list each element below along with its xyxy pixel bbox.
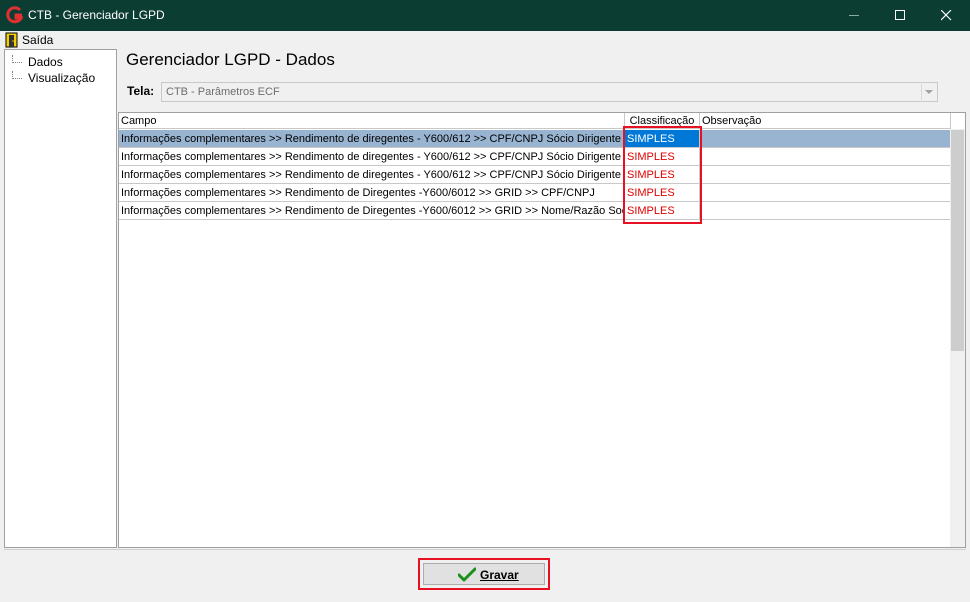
cell-campo[interactable]: Informações complementares >> Rendimento… <box>119 184 625 202</box>
app-logo-icon <box>6 6 24 24</box>
checkmark-icon <box>458 567 476 582</box>
tree-item-dados[interactable]: Dados <box>12 55 63 69</box>
column-header-campo[interactable]: Campo <box>119 113 625 129</box>
cell-observacao[interactable] <box>700 130 951 148</box>
menu-bar: Saída <box>1 31 969 49</box>
scrollbar-thumb[interactable] <box>951 130 964 351</box>
menu-exit-label: Saída <box>22 33 54 47</box>
page-title: Gerenciador LGPD - Dados <box>126 50 335 69</box>
cell-classificacao[interactable]: SIMPLES <box>625 130 700 148</box>
cell-classificacao[interactable]: SIMPLES <box>625 166 700 184</box>
cell-observacao[interactable] <box>700 166 951 184</box>
dropdown-arrow-button[interactable] <box>921 84 936 100</box>
navigation-tree: Dados Visualização <box>4 49 117 548</box>
cell-campo[interactable]: Informações complementares >> Rendimento… <box>119 148 625 166</box>
cell-classificacao[interactable]: SIMPLES <box>625 184 700 202</box>
tela-label: Tela: <box>127 84 155 98</box>
cell-classificacao[interactable]: SIMPLES <box>625 202 700 220</box>
tela-dropdown-value: CTB - Parâmetros ECF <box>166 86 280 98</box>
cell-observacao[interactable] <box>700 202 951 220</box>
column-header-classificacao[interactable]: Classificação <box>625 113 700 129</box>
cell-observacao[interactable] <box>700 148 951 166</box>
save-button[interactable]: Gravar <box>423 563 545 585</box>
grid-vertical-scrollbar[interactable] <box>950 129 965 547</box>
table-row[interactable]: Informações complementares >> Rendimento… <box>119 202 951 220</box>
chevron-down-icon <box>925 90 933 94</box>
tree-item-label: Visualização <box>28 71 96 85</box>
table-row[interactable]: Informações complementares >> Rendimento… <box>119 148 951 166</box>
cell-campo[interactable]: Informações complementares >> Rendimento… <box>119 130 625 148</box>
table-row[interactable]: Informações complementares >> Rendimento… <box>119 130 951 148</box>
cell-classificacao[interactable]: SIMPLES <box>625 148 700 166</box>
grid-header: Campo Classificação Observação <box>119 113 951 129</box>
table-row[interactable]: Informações complementares >> Rendimento… <box>119 166 951 184</box>
maximize-button[interactable] <box>878 0 924 31</box>
data-grid: Campo Classificação Observação Informaçõ… <box>118 112 966 548</box>
tree-item-label: Dados <box>28 55 63 69</box>
exit-door-icon <box>5 32 18 48</box>
table-row[interactable]: Informações complementares >> Rendimento… <box>119 184 951 202</box>
maximize-icon <box>895 10 905 20</box>
tree-item-visualizacao[interactable]: Visualização <box>12 71 95 85</box>
cell-campo[interactable]: Informações complementares >> Rendimento… <box>119 166 625 184</box>
window-title: CTB - Gerenciador LGPD <box>28 8 165 22</box>
cell-campo[interactable]: Informações complementares >> Rendimento… <box>119 202 625 220</box>
close-button[interactable] <box>924 0 970 31</box>
save-button-highlight: Gravar <box>418 558 550 590</box>
minimize-icon <box>849 15 859 16</box>
tree-connector <box>12 71 22 79</box>
title-bar: CTB - Gerenciador LGPD <box>0 0 970 31</box>
cell-observacao[interactable] <box>700 184 951 202</box>
column-header-observacao[interactable]: Observação <box>700 113 951 129</box>
close-icon <box>941 10 952 21</box>
tela-dropdown[interactable]: CTB - Parâmetros ECF <box>161 82 938 102</box>
tree-connector <box>12 55 22 63</box>
minimize-button[interactable] <box>832 0 878 31</box>
save-button-label: Gravar <box>480 568 519 582</box>
